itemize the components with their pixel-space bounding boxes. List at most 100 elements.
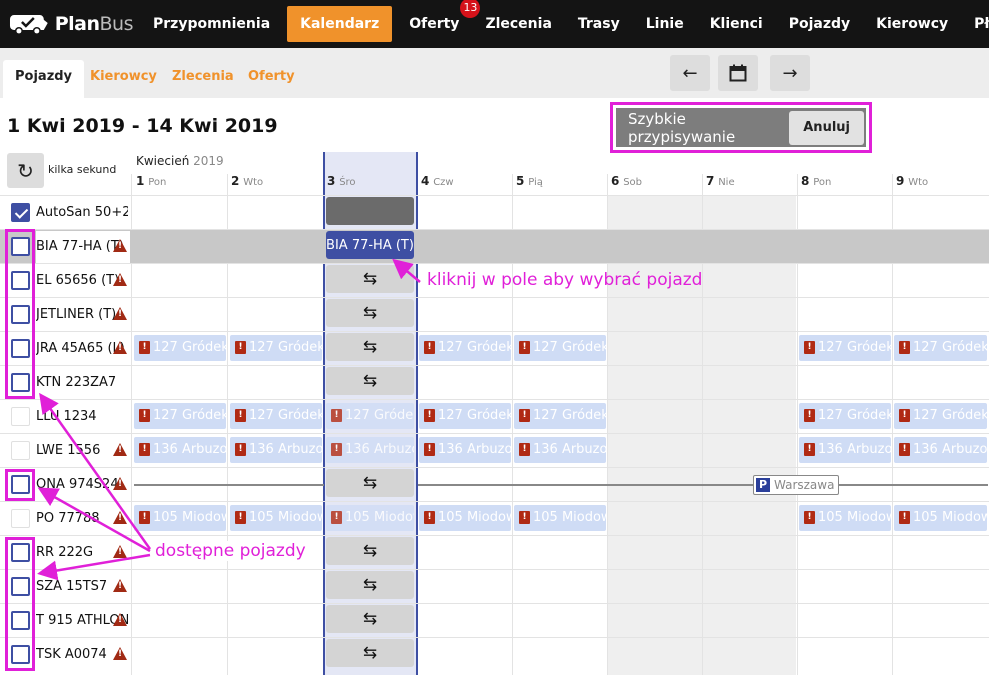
- parking-label[interactable]: P Warszawa: [753, 475, 840, 495]
- empty-slot[interactable]: [326, 197, 414, 225]
- nav-kalendarz[interactable]: Kalendarz: [287, 6, 393, 42]
- trip-block[interactable]: 136 Arbuzowo: [230, 437, 322, 463]
- warning-icon: [113, 307, 127, 320]
- refresh-icon: ↻: [17, 158, 34, 183]
- day-header: 2 Wto: [231, 174, 263, 188]
- day-number: 3: [327, 174, 336, 188]
- trip-block[interactable]: 136 Arbuzowo: [134, 437, 226, 463]
- nav-kierowcy[interactable]: Kierowcy: [863, 6, 961, 42]
- nav-pojazdy[interactable]: Pojazdy: [776, 6, 863, 42]
- day-number: 5: [516, 174, 525, 188]
- nav-oferty[interactable]: Oferty 13: [396, 0, 481, 42]
- trip-block[interactable]: 136 Arbuzowo: [799, 437, 891, 463]
- available-vehicles-highlight: [5, 537, 35, 671]
- trip-block[interactable]: 105 Miodowa: [230, 505, 322, 531]
- tab-pojazdy[interactable]: Pojazdy: [3, 60, 85, 98]
- vehicle-row: T 915 ATHLON: [0, 603, 989, 637]
- swap-button[interactable]: ⇆: [326, 367, 414, 395]
- day-name: Pon: [148, 177, 167, 188]
- top-navbar: PlanBus Przypomnienia Kalendarz Oferty 13…: [0, 0, 989, 48]
- trip-block[interactable]: 127 Gródek: [134, 335, 226, 361]
- nav-klienci[interactable]: Klienci: [697, 6, 776, 42]
- trip-block[interactable]: 127 Gródek: [326, 403, 414, 429]
- trip-block[interactable]: 127 Gródek: [799, 403, 891, 429]
- nav-linie[interactable]: Linie: [633, 6, 697, 42]
- day-number: 7: [706, 174, 715, 188]
- day-name: Wto: [908, 177, 929, 188]
- swap-button[interactable]: ⇆: [326, 571, 414, 599]
- trip-block[interactable]: 127 Gródek: [894, 335, 987, 361]
- swap-arrows-icon: ⇆: [362, 541, 378, 561]
- trip-block[interactable]: 105 Miodowa: [134, 505, 226, 531]
- prev-period-button[interactable]: ←: [670, 55, 710, 91]
- cancel-button[interactable]: Anuluj: [789, 110, 864, 145]
- day-number: 8: [801, 174, 810, 188]
- calendar-subbar: Pojazdy Kierowcy Zlecenia Oferty ← →: [0, 48, 989, 98]
- nav-przypomnienia[interactable]: Przypomnienia: [140, 6, 283, 42]
- day-name: Wto: [243, 177, 264, 188]
- trip-block[interactable]: 105 Miodowa: [419, 505, 511, 531]
- trip-block[interactable]: 105 Miodowa: [894, 505, 987, 531]
- day-header: 1 Pon: [136, 174, 166, 188]
- vehicle-name: KTN 223ZA7: [36, 375, 117, 390]
- trip-block[interactable]: 127 Gródek: [894, 403, 987, 429]
- vehicle-row: TSK A0074: [0, 637, 989, 671]
- trip-block[interactable]: 127 Gródek: [134, 403, 226, 429]
- trip-block[interactable]: 136 Arbuzowo: [894, 437, 987, 463]
- trip-block[interactable]: 127 Gródek: [230, 335, 322, 361]
- swap-arrows-icon: ⇆: [362, 337, 378, 357]
- swap-button[interactable]: ⇆: [326, 469, 414, 497]
- day-number: 2: [231, 174, 240, 188]
- swap-arrows-icon: ⇆: [362, 303, 378, 323]
- vehicle-row: JETLINER (T): [0, 297, 989, 331]
- nav-zlecenia[interactable]: Zlecenia: [472, 6, 564, 42]
- parking-location: Warszawa: [774, 478, 835, 492]
- planbus-logo[interactable]: PlanBus: [8, 10, 134, 38]
- vehicle-row: AutoSan 50+2: [0, 195, 989, 229]
- trip-block[interactable]: 105 Miodowa: [326, 505, 414, 531]
- refresh-button[interactable]: ↻: [7, 153, 44, 188]
- tab-kierowcy[interactable]: Kierowcy: [78, 60, 169, 98]
- swap-button[interactable]: ⇆: [326, 639, 414, 667]
- calendar-picker-button[interactable]: [718, 55, 758, 91]
- day-name: Czw: [433, 177, 454, 188]
- tab-oferty[interactable]: Oferty: [236, 60, 307, 98]
- day-number: 6: [611, 174, 620, 188]
- available-vehicles-highlight: [5, 469, 35, 501]
- trip-block[interactable]: 105 Miodowa: [799, 505, 891, 531]
- vehicle-checkbox[interactable]: [11, 203, 30, 222]
- warning-icon: [113, 443, 127, 456]
- trip-block[interactable]: 105 Miodowa: [514, 505, 606, 531]
- vehicle-row: SZA 15TS7: [0, 569, 989, 603]
- trip-block[interactable]: 136 Arbuzowo: [326, 437, 414, 463]
- swap-button[interactable]: ⇆: [326, 299, 414, 327]
- trip-block[interactable]: 127 Gródek: [419, 403, 511, 429]
- nav-place[interactable]: Płace: [961, 6, 989, 42]
- trip-block[interactable]: 127 Gródek: [230, 403, 322, 429]
- day-header: 9 Wto: [896, 174, 928, 188]
- day-name: Sob: [623, 177, 643, 188]
- vehicle-row: RR 222G: [0, 535, 989, 569]
- swap-button[interactable]: ⇆: [326, 537, 414, 565]
- parking-icon: P: [756, 478, 770, 492]
- day-header: 6 Sob: [611, 174, 642, 188]
- nav-trasy[interactable]: Trasy: [565, 6, 633, 42]
- arrow-right-icon: →: [782, 62, 798, 84]
- swap-arrows-icon: ⇆: [362, 269, 378, 289]
- last-refresh-label: kilka sekund: [48, 163, 117, 176]
- trip-block[interactable]: 127 Gródek: [514, 403, 606, 429]
- next-period-button[interactable]: →: [770, 55, 810, 91]
- trip-block[interactable]: 127 Gródek: [514, 335, 606, 361]
- bus-logo-icon: [9, 15, 48, 35]
- tab-zlecenia[interactable]: Zlecenia: [160, 60, 246, 98]
- warning-icon: [113, 477, 127, 490]
- trip-block[interactable]: 136 Arbuzowo: [514, 437, 606, 463]
- swap-button[interactable]: ⇆: [326, 605, 414, 633]
- trip-block[interactable]: 136 Arbuzowo: [419, 437, 511, 463]
- trip-block[interactable]: 127 Gródek: [419, 335, 511, 361]
- selected-vehicle-block[interactable]: BIA 77-HA (T): [326, 231, 414, 259]
- vehicle-row: KTN 223ZA7: [0, 365, 989, 399]
- swap-button[interactable]: ⇆: [326, 265, 414, 293]
- swap-button[interactable]: ⇆: [326, 333, 414, 361]
- trip-block[interactable]: 127 Gródek: [799, 335, 891, 361]
